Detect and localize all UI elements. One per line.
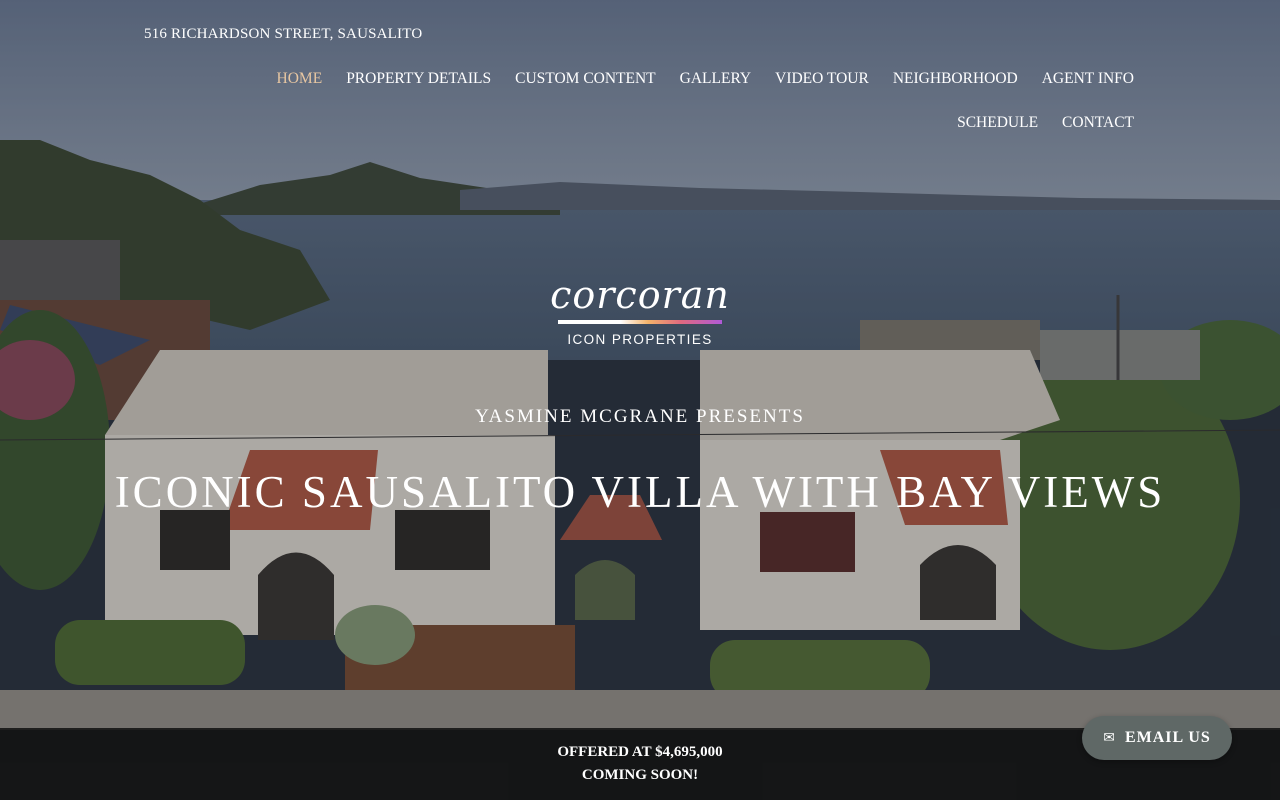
nav-contact[interactable]: CONTACT: [1062, 114, 1134, 158]
hero-headline: ICONIC SAUSALITO VILLA WITH BAY VIEWS: [114, 467, 1166, 517]
logo-gradient-bar: [558, 320, 722, 324]
nav-property-details[interactable]: PROPERTY DETAILS: [346, 70, 491, 114]
presenter-line: YASMINE MCGRANE PRESENTS: [475, 406, 805, 427]
email-us-button[interactable]: ✉ EMAIL US: [1082, 716, 1232, 760]
envelope-icon: ✉: [1103, 730, 1116, 746]
logo-subtitle: ICON PROPERTIES: [567, 332, 713, 347]
nav-home[interactable]: HOME: [277, 70, 323, 114]
nav-schedule[interactable]: SCHEDULE: [957, 114, 1038, 158]
main-nav: HOME PROPERTY DETAILS CUSTOM CONTENT GAL…: [174, 70, 1134, 158]
nav-gallery[interactable]: GALLERY: [680, 70, 751, 114]
property-address: 516 RICHARDSON STREET, SAUSALITO: [144, 26, 423, 42]
nav-neighborhood[interactable]: NEIGHBORHOOD: [893, 70, 1018, 114]
nav-custom-content[interactable]: CUSTOM CONTENT: [515, 70, 656, 114]
corcoran-logo: corcoran ICON PROPERTIES: [0, 272, 1280, 347]
email-us-label: EMAIL US: [1124, 729, 1211, 746]
nav-video-tour[interactable]: VIDEO TOUR: [775, 70, 869, 114]
nav-agent-info[interactable]: AGENT INFO: [1042, 70, 1134, 114]
logo-wordmark: corcoran: [550, 273, 730, 317]
offer-status: COMING SOON!: [581, 767, 699, 783]
